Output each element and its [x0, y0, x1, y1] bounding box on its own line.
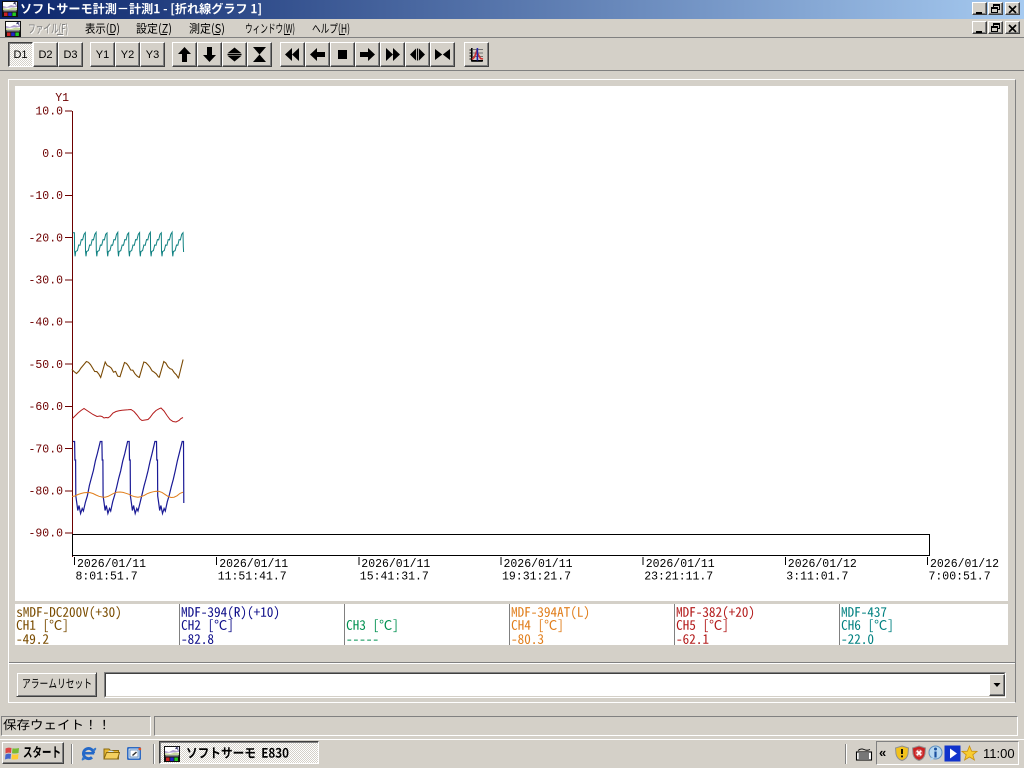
svg-text:-20.0: -20.0	[28, 232, 63, 245]
svg-text:2026/01/11: 2026/01/11	[219, 558, 288, 571]
svg-text:-30.0: -30.0	[28, 275, 63, 288]
svg-text:23:21:11.7: 23:21:11.7	[644, 571, 713, 584]
svg-text:2026/01/12: 2026/01/12	[930, 558, 999, 571]
svg-text:19:31:21.7: 19:31:21.7	[502, 571, 571, 584]
svg-text:7:00:51.7: 7:00:51.7	[929, 571, 991, 584]
svg-text:10.0: 10.0	[35, 106, 63, 119]
svg-text:0.0: 0.0	[42, 148, 63, 161]
svg-text:-50.0: -50.0	[28, 359, 63, 372]
svg-text:3:11:01.7: 3:11:01.7	[786, 571, 848, 584]
svg-text:11:51:41.7: 11:51:41.7	[218, 571, 287, 584]
svg-text:15:41:31.7: 15:41:31.7	[360, 571, 429, 584]
svg-text:2026/01/11: 2026/01/11	[77, 558, 146, 571]
svg-text:2026/01/11: 2026/01/11	[504, 558, 573, 571]
svg-text:-90.0: -90.0	[28, 528, 63, 541]
svg-text:-70.0: -70.0	[28, 443, 63, 456]
svg-text:2026/01/12: 2026/01/12	[788, 558, 857, 571]
svg-text:Y1: Y1	[55, 92, 69, 105]
svg-text:2026/01/11: 2026/01/11	[646, 558, 715, 571]
svg-text:-60.0: -60.0	[28, 401, 63, 414]
svg-text:2026/01/11: 2026/01/11	[361, 558, 430, 571]
svg-text:-40.0: -40.0	[28, 317, 63, 330]
svg-text:8:01:51.7: 8:01:51.7	[76, 571, 138, 584]
svg-text:-80.0: -80.0	[28, 486, 63, 499]
svg-text:-10.0: -10.0	[28, 190, 63, 203]
